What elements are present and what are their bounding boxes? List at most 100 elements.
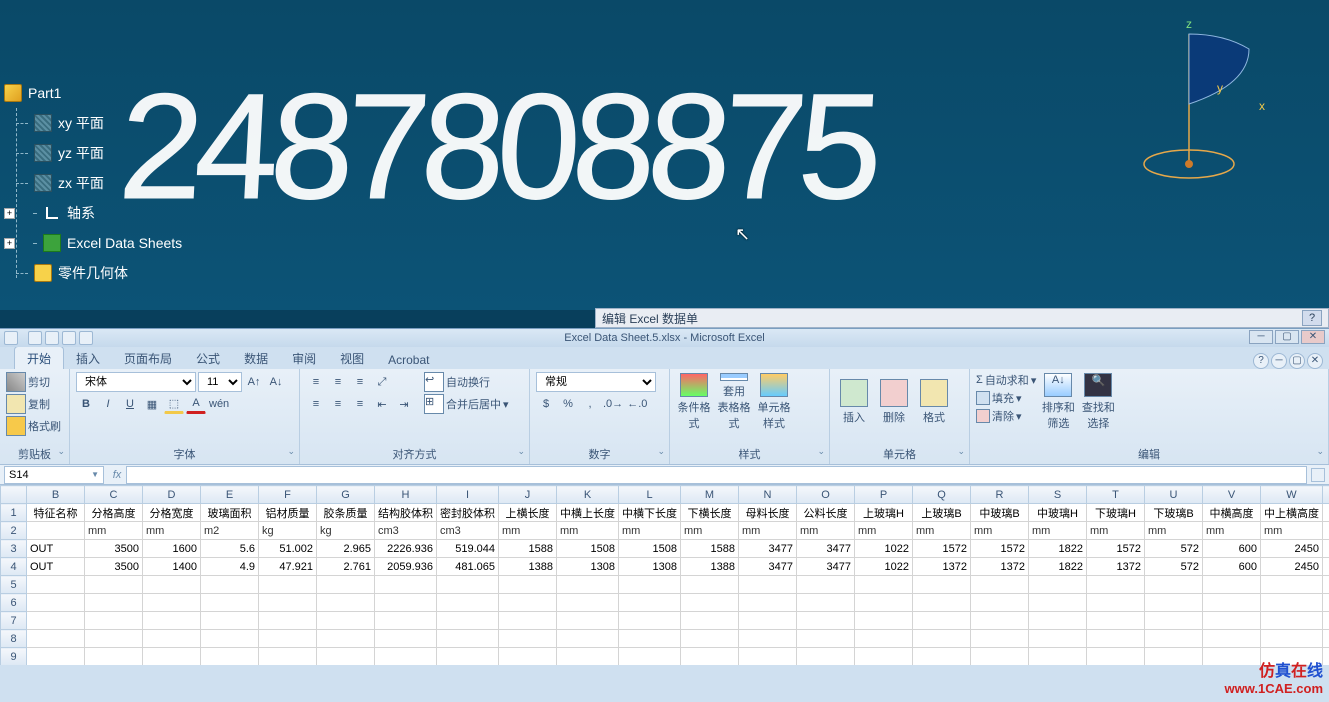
fill-color-button[interactable]: ⬚: [164, 394, 184, 414]
cell[interactable]: 中横下长度: [619, 504, 681, 522]
cell[interactable]: kg: [259, 522, 317, 540]
number-format-select[interactable]: 常规: [536, 372, 656, 392]
cell[interactable]: 4.9: [201, 558, 259, 576]
cell[interactable]: mm: [971, 522, 1029, 540]
cell[interactable]: [1323, 612, 1329, 630]
row-header[interactable]: 8: [1, 630, 27, 648]
col-header[interactable]: D: [143, 486, 201, 504]
cell[interactable]: 胶条质量: [317, 504, 375, 522]
cell[interactable]: 下横长度: [681, 504, 739, 522]
cell[interactable]: [855, 612, 913, 630]
cell[interactable]: mm: [913, 522, 971, 540]
col-header[interactable]: K: [557, 486, 619, 504]
cell[interactable]: [1203, 576, 1261, 594]
cell[interactable]: 1588: [499, 540, 557, 558]
cell[interactable]: [855, 594, 913, 612]
col-header[interactable]: V: [1203, 486, 1261, 504]
cell[interactable]: [437, 630, 499, 648]
cell[interactable]: 1508: [557, 540, 619, 558]
cell[interactable]: 上玻璃B: [913, 504, 971, 522]
cell[interactable]: 1388: [681, 558, 739, 576]
cell[interactable]: [201, 594, 259, 612]
tab-formulas[interactable]: 公式: [184, 347, 232, 369]
cell[interactable]: 1508: [619, 540, 681, 558]
cell[interactable]: [1323, 594, 1329, 612]
help-button[interactable]: ?: [1302, 310, 1322, 326]
formula-input[interactable]: [126, 466, 1307, 484]
percent-icon[interactable]: %: [558, 394, 578, 414]
cell[interactable]: [317, 576, 375, 594]
font-name-select[interactable]: 宋体: [76, 372, 196, 392]
cell[interactable]: [619, 576, 681, 594]
align-left-icon[interactable]: ≡: [306, 394, 326, 414]
cell[interactable]: [1323, 576, 1329, 594]
cell[interactable]: 47.921: [259, 558, 317, 576]
copy-icon[interactable]: [6, 394, 26, 414]
sort-filter-button[interactable]: A↓排序和 筛选: [1040, 372, 1076, 432]
format-painter-icon[interactable]: [6, 416, 26, 436]
row-header[interactable]: 6: [1, 594, 27, 612]
col-header[interactable]: S: [1029, 486, 1087, 504]
cell[interactable]: [1087, 648, 1145, 666]
cell[interactable]: [1145, 630, 1203, 648]
restore-button[interactable]: ▢: [1289, 353, 1305, 369]
cell[interactable]: [27, 594, 85, 612]
italic-button[interactable]: I: [98, 394, 118, 414]
cell[interactable]: [437, 594, 499, 612]
cell[interactable]: 2.965: [317, 540, 375, 558]
cell[interactable]: mm: [797, 522, 855, 540]
cell[interactable]: 分格高度: [85, 504, 143, 522]
cell[interactable]: OUT: [27, 540, 85, 558]
cell[interactable]: 特征名称: [27, 504, 85, 522]
cell[interactable]: [375, 648, 437, 666]
cell[interactable]: [739, 648, 797, 666]
cell[interactable]: [797, 576, 855, 594]
maximize-button[interactable]: ▢: [1275, 330, 1299, 344]
cell[interactable]: 1572: [971, 540, 1029, 558]
min-ribbon[interactable]: ─: [1271, 353, 1287, 369]
cell[interactable]: [739, 612, 797, 630]
cell[interactable]: [681, 630, 739, 648]
fx-icon[interactable]: fx: [108, 469, 126, 481]
name-box[interactable]: S14▼: [4, 466, 104, 484]
cell[interactable]: [681, 648, 739, 666]
cell[interactable]: [619, 630, 681, 648]
cell[interactable]: 上玻璃H: [855, 504, 913, 522]
cell[interactable]: 600: [1203, 558, 1261, 576]
cell[interactable]: 1308: [619, 558, 681, 576]
cell[interactable]: [1323, 558, 1329, 576]
cell[interactable]: [201, 630, 259, 648]
cell[interactable]: mm: [681, 522, 739, 540]
cell[interactable]: mm: [855, 522, 913, 540]
cell[interactable]: [1323, 630, 1329, 648]
col-header[interactable]: F: [259, 486, 317, 504]
cell[interactable]: cm3: [437, 522, 499, 540]
cell[interactable]: 下玻璃B: [1145, 504, 1203, 522]
cell[interactable]: [855, 630, 913, 648]
row-header[interactable]: 4: [1, 558, 27, 576]
cell[interactable]: 1388: [499, 558, 557, 576]
col-header[interactable]: T: [1087, 486, 1145, 504]
cell[interactable]: [971, 630, 1029, 648]
cell[interactable]: [913, 576, 971, 594]
cell[interactable]: 中横上长度: [557, 504, 619, 522]
cell[interactable]: [201, 612, 259, 630]
cell[interactable]: [1087, 612, 1145, 630]
cell[interactable]: 1372: [971, 558, 1029, 576]
cell[interactable]: [797, 594, 855, 612]
help-icon[interactable]: ?: [1253, 353, 1269, 369]
cell[interactable]: [1323, 522, 1329, 540]
cell[interactable]: [317, 648, 375, 666]
row-header[interactable]: 2: [1, 522, 27, 540]
cell[interactable]: [913, 630, 971, 648]
cell[interactable]: 1372: [913, 558, 971, 576]
cell[interactable]: [27, 576, 85, 594]
cell[interactable]: [259, 612, 317, 630]
cell[interactable]: 中横高度: [1203, 504, 1261, 522]
cell[interactable]: 中玻璃B: [971, 504, 1029, 522]
worksheet[interactable]: BCDEFGHIJKLMNOPQRSTUVWX1特征名称分格高度分格宽度玻璃面积…: [0, 485, 1329, 665]
row-header[interactable]: 9: [1, 648, 27, 666]
cell[interactable]: kg: [317, 522, 375, 540]
col-header[interactable]: W: [1261, 486, 1323, 504]
cell[interactable]: [619, 648, 681, 666]
